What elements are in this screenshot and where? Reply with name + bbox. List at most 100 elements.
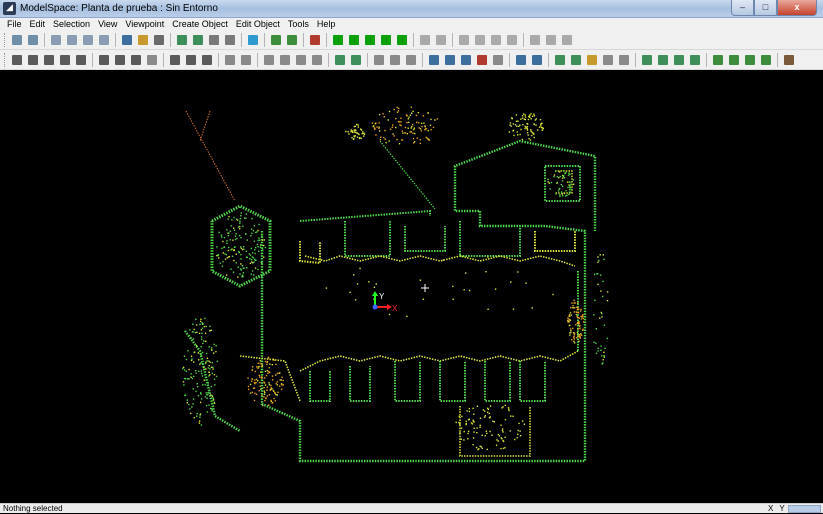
hide-region-icon[interactable] (514, 53, 528, 67)
fit-plane-icon[interactable] (601, 53, 615, 67)
view-top-icon[interactable] (372, 53, 386, 67)
layer-green-1-icon[interactable] (331, 33, 345, 47)
cloud-points-icon[interactable] (49, 33, 63, 47)
rotate-icon[interactable] (168, 53, 182, 67)
view-front-icon[interactable] (388, 53, 402, 67)
title-bar[interactable]: ◢ ModelSpace: Planta de prueba : Sin Ent… (0, 0, 823, 18)
constraint-edit-icon[interactable] (544, 33, 558, 47)
move-icon[interactable] (74, 53, 88, 67)
cloud-filter-icon[interactable] (65, 33, 79, 47)
menu-help[interactable]: Help (313, 18, 340, 30)
menu-view[interactable]: View (94, 18, 121, 30)
undo-icon[interactable] (418, 33, 432, 47)
menu-selection[interactable]: Selection (49, 18, 94, 30)
fence-circle-icon[interactable] (129, 53, 143, 67)
cloud-section-icon[interactable] (97, 33, 111, 47)
cut-icon[interactable] (457, 33, 471, 47)
minimize-button[interactable]: – (731, 0, 754, 16)
paste-icon[interactable] (489, 33, 503, 47)
fence-lasso-icon[interactable] (145, 53, 159, 67)
measure-pencil-icon[interactable] (475, 53, 489, 67)
grid-snap-icon[interactable] (10, 33, 24, 47)
measure-distance-icon[interactable] (443, 53, 457, 67)
menu-tools[interactable]: Tools (284, 18, 313, 30)
path-line-3 (379, 140, 436, 210)
delete-icon[interactable] (505, 33, 519, 47)
visibility-icon[interactable] (308, 33, 322, 47)
fence-clear-icon[interactable] (223, 33, 237, 47)
menu-file[interactable]: File (3, 18, 26, 30)
tree-north-points (371, 106, 438, 145)
zoom-in-icon[interactable] (262, 53, 276, 67)
select-add-icon[interactable] (26, 53, 40, 67)
grid-points-icon[interactable] (26, 33, 40, 47)
fit-box-icon[interactable] (617, 53, 631, 67)
measure-area-icon[interactable] (459, 53, 473, 67)
zoom-selected-icon[interactable] (333, 53, 347, 67)
pan-hand-icon[interactable] (42, 53, 56, 67)
toolbar-grip[interactable] (4, 32, 7, 47)
zoom-out-icon[interactable] (278, 53, 292, 67)
layers-icon[interactable] (152, 33, 166, 47)
constraint-icon[interactable] (528, 33, 542, 47)
layer-green-5-icon[interactable] (395, 33, 409, 47)
view-seek-icon[interactable] (223, 53, 237, 67)
redo-icon[interactable] (434, 33, 448, 47)
pick-pencil-icon[interactable] (58, 53, 72, 67)
render-color-icon[interactable] (743, 53, 757, 67)
layer-set-1-icon[interactable] (640, 53, 654, 67)
show-region-icon[interactable] (530, 53, 544, 67)
zoom-box-icon[interactable] (294, 53, 308, 67)
zoom-previous-icon[interactable] (349, 53, 363, 67)
y-axis-label: Y (379, 292, 385, 301)
point-cloud-canvas[interactable]: Y X (0, 71, 823, 503)
copy-icon[interactable] (473, 33, 487, 47)
measure-point-icon[interactable] (427, 53, 441, 67)
app-icon[interactable]: ◢ (3, 2, 16, 15)
render-settings-icon[interactable] (782, 53, 796, 67)
fit-cylinder-icon[interactable] (585, 53, 599, 67)
apse-points (567, 299, 585, 344)
registration-icon[interactable] (175, 33, 189, 47)
fence-polygon-icon[interactable] (97, 53, 111, 67)
layer-green-2-icon[interactable] (347, 33, 361, 47)
close-button[interactable]: x (777, 0, 817, 16)
layer-set-3-icon[interactable] (672, 53, 686, 67)
path-line-1 (185, 110, 236, 202)
model-space-icon[interactable] (136, 33, 150, 47)
cloud-mesh-icon[interactable] (81, 33, 95, 47)
layer-set-2-icon[interactable] (656, 53, 670, 67)
render-points-icon[interactable] (711, 53, 725, 67)
layer-green-3-icon[interactable] (363, 33, 377, 47)
limit-box-icon[interactable] (246, 33, 260, 47)
menu-viewpoint[interactable]: Viewpoint (121, 18, 168, 30)
render-intensity-icon[interactable] (759, 53, 773, 67)
walk-icon[interactable] (200, 53, 214, 67)
fit-edit-icon[interactable] (569, 53, 583, 67)
zoom-extents-icon[interactable] (310, 53, 324, 67)
menu-edit-object[interactable]: Edit Object (232, 18, 284, 30)
view-side-icon[interactable] (404, 53, 418, 67)
select-arrow-icon[interactable] (10, 53, 24, 67)
measure-clear-icon[interactable] (491, 53, 505, 67)
east-edge-points (593, 254, 609, 365)
render-shaded-icon[interactable] (727, 53, 741, 67)
table-view-icon[interactable] (269, 33, 283, 47)
point-cloud-viewport[interactable]: Y X (0, 71, 823, 503)
constraint-check-icon[interactable] (560, 33, 574, 47)
menu-create-object[interactable]: Create Object (168, 18, 232, 30)
toolbar-grip[interactable] (4, 52, 7, 67)
layer-green-4-icon[interactable] (379, 33, 393, 47)
cross-section-icon[interactable] (285, 33, 299, 47)
fence-rectangle-icon[interactable] (113, 53, 127, 67)
target-icon[interactable] (191, 33, 205, 47)
scan-world-icon[interactable] (120, 33, 134, 47)
point-cloud-points (182, 106, 609, 451)
fence-icon[interactable] (207, 33, 221, 47)
fit-object-icon[interactable] (553, 53, 567, 67)
layer-set-4-icon[interactable] (688, 53, 702, 67)
menu-edit[interactable]: Edit (26, 18, 50, 30)
maximize-button[interactable]: □ (754, 0, 777, 16)
orbit-icon[interactable] (184, 53, 198, 67)
view-fit-icon[interactable] (239, 53, 253, 67)
